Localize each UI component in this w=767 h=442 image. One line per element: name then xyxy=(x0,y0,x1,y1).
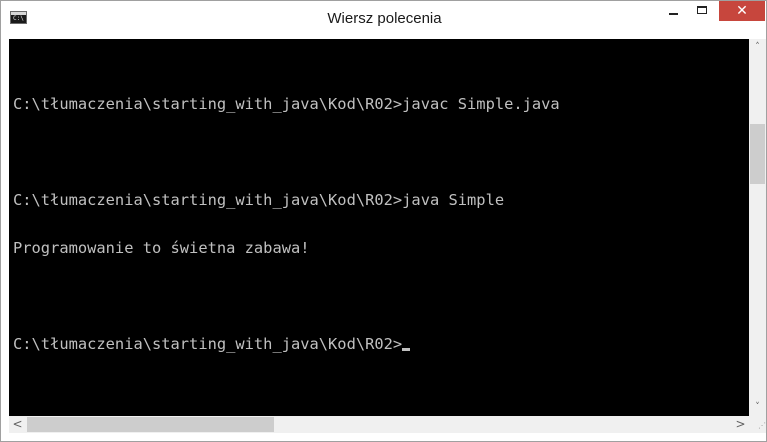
title-bar[interactable]: C:\ Wiersz polecenia ✕ xyxy=(1,1,766,39)
console-line: Programowanie to świetna zabawa! xyxy=(13,239,310,257)
console-line: C:\tłumaczenia\starting_with_java\Kod\R0… xyxy=(13,191,505,209)
resize-grip-icon[interactable]: ⋰ xyxy=(749,416,766,433)
text-cursor xyxy=(402,348,411,351)
minimize-button[interactable] xyxy=(660,1,686,21)
scroll-up-arrow-icon[interactable]: ˄ xyxy=(749,39,766,56)
close-icon: ✕ xyxy=(736,3,748,19)
console-text: C:\tłumaczenia\starting_with_java\Kod\R0… xyxy=(13,64,560,384)
vertical-scrollbar[interactable]: ˄ ˅ xyxy=(749,39,766,416)
console-line: C:\tłumaczenia\starting_with_java\Kod\R0… xyxy=(13,95,560,113)
console-window: C:\ Wiersz polecenia ✕ C:\tłumaczenia\st… xyxy=(0,0,767,442)
scroll-left-arrow-icon[interactable]: < xyxy=(9,416,26,433)
console-prompt-line[interactable]: C:\tłumaczenia\starting_with_java\Kod\R0… xyxy=(13,336,560,352)
console-prompt: C:\tłumaczenia\starting_with_java\Kod\R0… xyxy=(13,335,403,353)
console-output-area[interactable]: C:\tłumaczenia\starting_with_java\Kod\R0… xyxy=(9,39,749,416)
maximize-icon xyxy=(697,6,707,14)
scroll-right-arrow-icon[interactable]: > xyxy=(732,416,749,433)
maximize-button[interactable] xyxy=(689,1,715,21)
horizontal-scroll-thumb[interactable] xyxy=(27,417,274,432)
minimize-icon xyxy=(669,13,678,15)
vertical-scroll-thumb[interactable] xyxy=(750,124,765,184)
scroll-down-arrow-icon[interactable]: ˅ xyxy=(749,399,766,416)
close-button[interactable]: ✕ xyxy=(719,1,765,21)
horizontal-scrollbar[interactable]: < > xyxy=(9,416,749,433)
window-title: Wiersz polecenia xyxy=(327,10,442,27)
